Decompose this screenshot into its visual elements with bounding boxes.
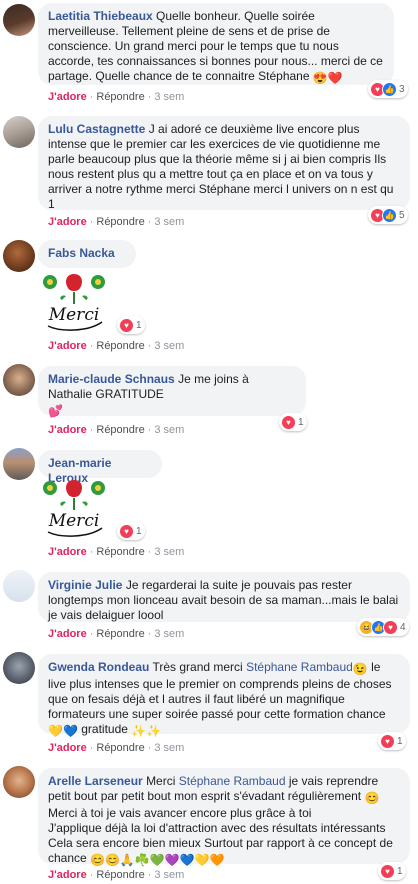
comment-emoji: 😉 xyxy=(352,662,368,676)
comment-bubble: Arelle Larseneur Merci Stéphane Rambaud … xyxy=(38,768,410,867)
mention-link[interactable]: Stéphane Rambaud xyxy=(179,774,286,788)
reply-button[interactable]: Répondre xyxy=(96,91,144,103)
timestamp[interactable]: 3 sem xyxy=(154,546,184,558)
comment-text: Merci xyxy=(146,774,176,788)
comment-bubble: Fabs Nacka xyxy=(38,240,136,268)
comment-bubble: Gwenda Rondeau Très grand merci Stéphane… xyxy=(38,654,410,738)
like-button[interactable]: J'adore xyxy=(48,628,87,640)
comment-actions: J'adore · Répondre · 3 sem xyxy=(48,340,185,352)
reaction-summary[interactable]: ♥ 👍 5 xyxy=(368,206,408,224)
like-button[interactable]: J'adore xyxy=(48,742,87,754)
mention-link[interactable]: Stéphane Rambaud xyxy=(246,660,353,674)
reaction-count: 3 xyxy=(399,83,405,95)
comment-author[interactable]: Laetitia Thiebeaux xyxy=(48,9,153,23)
reply-button[interactable]: Répondre xyxy=(96,216,144,228)
reaction-summary[interactable]: ♥ 1 xyxy=(279,413,307,431)
like-button[interactable]: J'adore xyxy=(48,424,87,436)
sticker-text: Merci xyxy=(48,305,100,325)
comment-bubble: Lulu Castagnette J ai adoré ce deuxième … xyxy=(38,116,410,211)
rose-sticker: Merci xyxy=(43,480,105,537)
comment-text: Merci à toi je vais avancer encore plus … xyxy=(48,806,312,820)
avatar[interactable] xyxy=(3,4,35,36)
timestamp[interactable]: 3 sem xyxy=(154,424,184,436)
comment-actions: J'adore · Répondre · 3 sem xyxy=(48,546,185,558)
reaction-summary[interactable]: ♥ 1 xyxy=(117,316,145,334)
avatar[interactable] xyxy=(3,448,35,480)
reaction-count: 1 xyxy=(298,416,304,428)
love-reaction-icon: ♥ xyxy=(380,733,395,749)
like-button[interactable]: J'adore xyxy=(48,546,87,558)
sticker-text: Merci xyxy=(48,511,100,531)
love-reaction-icon: ♥ xyxy=(383,619,398,635)
reply-button[interactable]: Répondre xyxy=(96,742,144,754)
comment-actions: J'adore · Répondre · 3 sem xyxy=(48,216,185,228)
love-reaction-icon: ♥ xyxy=(380,863,395,879)
reply-button[interactable]: Répondre xyxy=(96,340,144,352)
avatar[interactable] xyxy=(3,766,35,798)
avatar[interactable] xyxy=(3,364,35,396)
comment-author[interactable]: Gwenda Rondeau xyxy=(48,660,149,674)
comment-actions: J'adore · Répondre · 3 sem xyxy=(48,424,185,436)
love-reaction-icon: ♥ xyxy=(119,317,134,333)
reaction-count: 4 xyxy=(400,621,406,633)
like-button[interactable]: J'adore xyxy=(48,216,87,228)
love-reaction-icon: ♥ xyxy=(281,414,296,430)
comment-bubble: Laetitia Thiebeaux Quelle bonheur. Quell… xyxy=(38,3,394,85)
reply-button[interactable]: Répondre xyxy=(96,546,144,558)
reaction-summary[interactable]: ♥ 👍 3 xyxy=(368,80,408,98)
reaction-count: 1 xyxy=(136,319,142,331)
comment-emoji: 💛💙 xyxy=(48,724,78,738)
timestamp[interactable]: 3 sem xyxy=(154,869,184,881)
avatar[interactable] xyxy=(3,240,35,272)
avatar[interactable] xyxy=(3,652,35,684)
like-reaction-icon: 👍 xyxy=(382,207,397,223)
comment-emoji: 😍❤️ xyxy=(312,71,343,85)
reaction-summary[interactable]: ♥ 1 xyxy=(378,732,406,750)
timestamp[interactable]: 3 sem xyxy=(154,628,184,640)
comment-bubble: Marie-claude Schnaus Je me joins à Natha… xyxy=(38,366,306,418)
reply-button[interactable]: Répondre xyxy=(96,869,144,881)
comment-author[interactable]: Fabs Nacka xyxy=(48,246,115,260)
comment-bubble: Jean-marie Leroux xyxy=(38,450,162,485)
comment-bubble: Virginie Julie Je regarderai la suite je… xyxy=(38,572,410,622)
comment-emoji: 😊😊🙏☘️💚💜💙💛🧡 xyxy=(90,853,225,867)
like-button[interactable]: J'adore xyxy=(48,869,87,881)
like-button[interactable]: J'adore xyxy=(48,340,87,352)
comment-author[interactable]: Arelle Larseneur xyxy=(48,774,143,788)
comment-actions: J'adore · Répondre · 3 sem xyxy=(48,628,185,640)
reaction-summary[interactable]: ♥ 1 xyxy=(378,862,406,880)
love-reaction-icon: ♥ xyxy=(119,523,134,539)
reaction-count: 5 xyxy=(399,209,405,221)
like-button[interactable]: J'adore xyxy=(48,91,87,103)
comment-actions: J'adore · Répondre · 3 sem xyxy=(48,91,185,103)
reaction-summary[interactable]: ♥ 1 xyxy=(117,522,145,540)
comment-emoji: 💕 xyxy=(48,404,63,418)
comment-text: Très grand merci xyxy=(152,660,243,674)
comment-author[interactable]: Virginie Julie xyxy=(48,578,122,592)
comment-text: gratitude xyxy=(81,722,128,736)
comment-author[interactable]: Marie-claude Schnaus xyxy=(48,372,175,386)
reaction-count: 1 xyxy=(397,735,403,747)
avatar[interactable] xyxy=(3,570,35,602)
comment-emoji: ✨✨ xyxy=(131,724,162,738)
comment-actions: J'adore · Répondre · 3 sem xyxy=(48,869,185,881)
comment-actions: J'adore · Répondre · 3 sem xyxy=(48,742,185,754)
reply-button[interactable]: Répondre xyxy=(96,628,144,640)
timestamp[interactable]: 3 sem xyxy=(154,91,184,103)
timestamp[interactable]: 3 sem xyxy=(154,742,184,754)
comment-author[interactable]: Lulu Castagnette xyxy=(48,122,145,136)
reaction-count: 1 xyxy=(397,865,403,877)
timestamp[interactable]: 3 sem xyxy=(154,216,184,228)
comment-emoji: 😊 xyxy=(364,791,380,805)
avatar[interactable] xyxy=(3,116,35,148)
rose-sticker: Merci xyxy=(43,274,105,331)
reply-button[interactable]: Répondre xyxy=(96,424,144,436)
reaction-count: 1 xyxy=(136,525,142,537)
like-reaction-icon: 👍 xyxy=(382,81,397,97)
timestamp[interactable]: 3 sem xyxy=(154,340,184,352)
reaction-summary[interactable]: 😆 👍 ♥ 4 xyxy=(357,618,409,636)
